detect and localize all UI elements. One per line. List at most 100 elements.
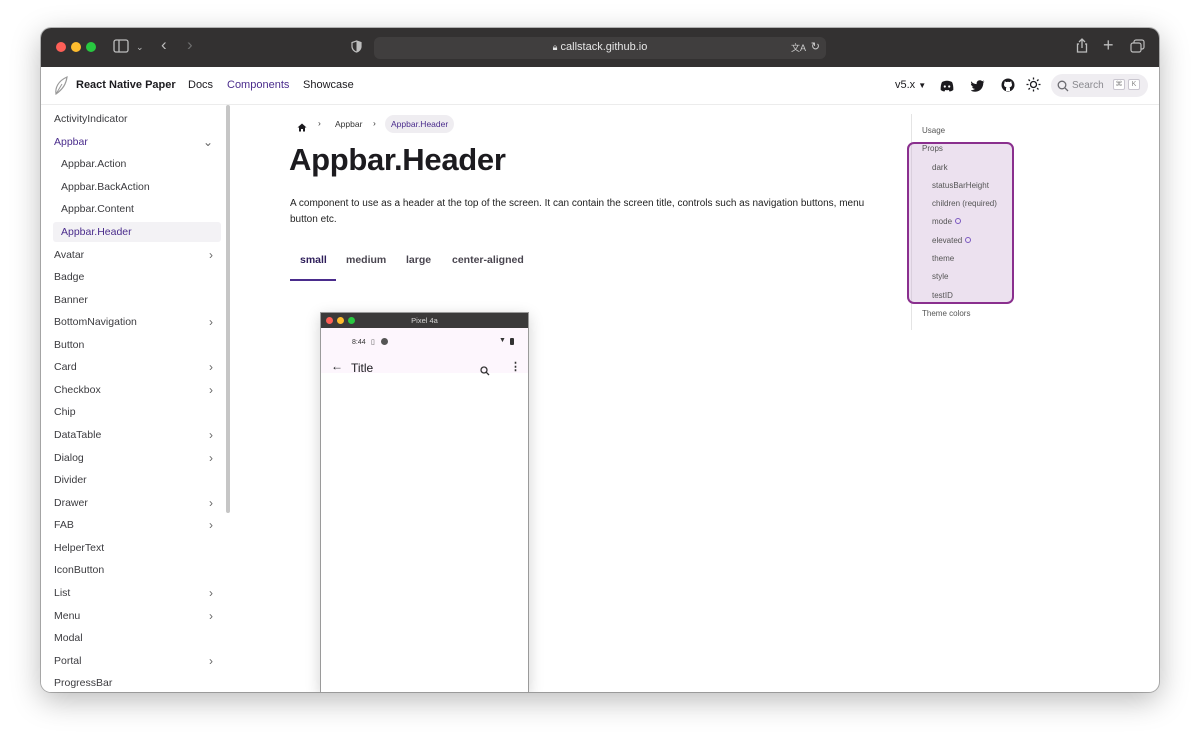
twitter-icon[interactable] — [970, 79, 985, 97]
search-icon — [1057, 79, 1069, 97]
sidebar-item-list[interactable]: List › — [53, 583, 221, 603]
sidebar-item-appbar[interactable]: Appbar ⌄ — [53, 132, 221, 152]
sidebar-item-card[interactable]: Card › — [53, 357, 221, 377]
home-icon[interactable] — [297, 119, 307, 137]
chevron-right-icon[interactable]: › — [209, 654, 213, 668]
sidebar-item-avatar[interactable]: Avatar › — [53, 245, 221, 265]
sidebar-item-chip[interactable]: Chip — [53, 402, 221, 422]
sidebar-item-activityindicator[interactable]: ActivityIndicator — [53, 109, 221, 129]
phone-appbar-area: 8:44 ▯ ▼ ← Title ⋮ — [321, 328, 528, 376]
toc-testid[interactable]: testID — [932, 291, 953, 300]
theme-toggle-icon[interactable] — [1026, 77, 1041, 97]
sidebar-item-bottomnavigation[interactable]: BottomNavigation › — [53, 312, 221, 332]
sidebar-item-badge[interactable]: Badge — [53, 267, 221, 287]
nav-link-docs[interactable]: Docs — [188, 79, 213, 91]
chevron-right-icon[interactable]: › — [209, 496, 213, 510]
md3-badge-icon — [955, 218, 962, 224]
address-bar[interactable]: 🔒︎ callstack.github.io 文A ↻ — [374, 37, 826, 59]
paper-logo-icon[interactable] — [53, 76, 69, 101]
nav-link-components[interactable]: Components — [227, 79, 289, 91]
toc-elevated[interactable]: elevated — [932, 236, 972, 245]
sidebar-item-appbar-backaction[interactable]: Appbar.BackAction — [53, 177, 221, 197]
share-icon[interactable] — [1076, 38, 1088, 58]
forward-icon[interactable]: › — [187, 36, 193, 54]
new-tab-icon[interactable]: + — [1103, 36, 1114, 54]
reload-icon[interactable]: ↻ — [811, 40, 820, 53]
chevron-right-icon[interactable]: › — [209, 248, 213, 262]
toc-style[interactable]: style — [932, 272, 948, 281]
site-navbar: React Native Paper Docs Components Showc… — [41, 67, 1159, 105]
chevron-right-icon[interactable]: › — [209, 451, 213, 465]
toc-statusbarheight[interactable]: statusBarHeight — [932, 181, 989, 190]
toc-dark[interactable]: dark — [932, 163, 948, 172]
sidebar-item-dialog[interactable]: Dialog › — [53, 448, 221, 468]
more-vert-icon[interactable]: ⋮ — [510, 360, 521, 373]
shield-icon[interactable] — [351, 40, 362, 58]
chevron-right-icon[interactable]: › — [209, 518, 213, 532]
chevron-right-icon[interactable]: › — [209, 609, 213, 623]
close-window-button[interactable] — [56, 42, 66, 52]
chevron-right-icon[interactable]: › — [209, 360, 213, 374]
sidebar-item-portal[interactable]: Portal › — [53, 651, 221, 671]
sidebar-item-datatable[interactable]: DataTable › — [53, 425, 221, 445]
sidebar-item-appbar-content[interactable]: Appbar.Content — [53, 199, 221, 219]
toc-theme[interactable]: theme — [932, 254, 954, 263]
search-key-cmd: ⌘ — [1113, 79, 1125, 90]
site-title[interactable]: React Native Paper — [76, 79, 176, 91]
sim-icon: ▯ — [371, 339, 375, 346]
chevron-right-icon[interactable]: › — [209, 383, 213, 397]
sidebar-item-banner[interactable]: Banner — [53, 290, 221, 310]
toc-usage[interactable]: Usage — [922, 126, 945, 135]
chevron-down-icon[interactable]: ⌄ — [203, 135, 213, 149]
back-icon[interactable]: ‹ — [161, 36, 167, 54]
discord-icon[interactable] — [940, 79, 954, 97]
sidebar-item-progressbar[interactable]: ProgressBar — [53, 673, 221, 692]
zoom-window-button[interactable] — [86, 42, 96, 52]
tab-overview-icon[interactable] — [1130, 39, 1145, 58]
toc-theme-colors[interactable]: Theme colors — [922, 309, 970, 318]
chevron-right-icon[interactable]: › — [209, 428, 213, 442]
tab-medium[interactable]: medium — [346, 254, 386, 266]
md3-badge-icon — [965, 237, 972, 243]
breadcrumb-appbar[interactable]: Appbar — [335, 119, 362, 129]
browser-window: ⌄ ‹ › 🔒︎ callstack.github.io 文A ↻ + Reac… — [41, 28, 1159, 692]
url-text: callstack.github.io — [560, 41, 648, 53]
sidebar-item-fab[interactable]: FAB › — [53, 515, 221, 535]
tab-center-aligned[interactable]: center-aligned — [452, 254, 524, 266]
sidebar-item-menu[interactable]: Menu › — [53, 606, 221, 626]
sidebar-item-button[interactable]: Button — [53, 335, 221, 355]
translate-icon[interactable]: 文A — [791, 41, 806, 54]
chevron-down-icon[interactable]: ⌄ — [136, 38, 144, 56]
sidebar-item-divider[interactable]: Divider — [53, 470, 221, 490]
version-dropdown[interactable]: v5.x ▼ — [895, 79, 926, 91]
arrow-back-icon[interactable]: ← — [331, 359, 343, 373]
version-label: v5.x — [895, 79, 916, 91]
sidebar-toggle-icon[interactable] — [113, 39, 129, 58]
search-box[interactable]: Search ⌘ K — [1051, 74, 1148, 97]
appbar-title: Title — [351, 361, 374, 375]
sidebar-item-modal[interactable]: Modal — [53, 628, 221, 648]
wifi-icon: ▼ — [499, 337, 506, 344]
toc-children[interactable]: children (required) — [932, 199, 997, 208]
status-time: 8:44 — [352, 339, 366, 346]
sidebar-item-helpertext[interactable]: HelperText — [53, 538, 221, 558]
battery-icon — [510, 338, 514, 345]
sidebar-scrollbar[interactable] — [226, 105, 230, 513]
breadcrumb-current: Appbar.Header — [385, 115, 455, 133]
sidebar-item-checkbox[interactable]: Checkbox › — [53, 380, 221, 400]
toc-props[interactable]: Props — [922, 144, 943, 153]
sidebar-item-iconbutton[interactable]: IconButton — [53, 560, 221, 580]
minimize-window-button[interactable] — [71, 42, 81, 52]
sidebar-item-appbar-action[interactable]: Appbar.Action — [53, 154, 221, 174]
sidebar-item-drawer[interactable]: Drawer › — [53, 493, 221, 513]
tab-large[interactable]: large — [406, 254, 431, 266]
chevron-right-icon[interactable]: › — [209, 315, 213, 329]
github-icon[interactable] — [1001, 78, 1015, 97]
tab-small[interactable]: small — [300, 254, 327, 266]
browser-toolbar: ⌄ ‹ › 🔒︎ callstack.github.io 文A ↻ + — [41, 28, 1159, 67]
nav-link-showcase[interactable]: Showcase — [303, 79, 354, 91]
sidebar-item-appbar-header[interactable]: Appbar.Header — [53, 222, 221, 242]
search-icon[interactable] — [480, 363, 490, 381]
toc-mode[interactable]: mode — [932, 217, 962, 226]
chevron-right-icon[interactable]: › — [209, 586, 213, 600]
